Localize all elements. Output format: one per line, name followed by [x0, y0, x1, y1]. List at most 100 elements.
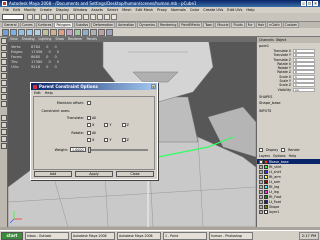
- menu-edit-mesh[interactable]: Edit Mesh: [136, 8, 154, 12]
- menu-create-uvs[interactable]: Create UVs: [203, 8, 223, 12]
- viewport-menu-show[interactable]: Show: [55, 37, 64, 42]
- persp-hypershade-layout-icon[interactable]: [1, 143, 7, 149]
- menu-mesh[interactable]: Mesh: [122, 8, 131, 12]
- persp-graph-layout-icon[interactable]: [1, 136, 7, 142]
- close-dialog-button[interactable]: Close: [116, 171, 154, 177]
- menu-display[interactable]: Display: [56, 8, 69, 12]
- snap-grid-icon[interactable]: [69, 14, 75, 20]
- scale-tool-icon[interactable]: [1, 73, 7, 79]
- apply-button[interactable]: Apply: [75, 171, 113, 177]
- visibility-toggle[interactable]: V: [259, 194, 263, 199]
- render-radio[interactable]: [281, 148, 286, 152]
- layer-color-swatch[interactable]: [264, 199, 268, 204]
- menu-edit[interactable]: Edit: [13, 8, 20, 12]
- menu-set-dropdown[interactable]: [2, 14, 24, 20]
- show-manip-tool-icon[interactable]: [1, 94, 7, 100]
- channel-row[interactable]: Visibility on: [257, 87, 320, 92]
- menu-normals[interactable]: Normals: [171, 8, 186, 12]
- uv-editor-icon[interactable]: [106, 29, 113, 36]
- layer-tab-display[interactable]: Display: [266, 148, 278, 152]
- single-perspective-layout-icon[interactable]: [1, 115, 7, 121]
- select-component-icon[interactable]: [62, 14, 68, 20]
- taskbar-item[interactable]: human - Photoshop: [209, 231, 253, 240]
- menu-select[interactable]: Select: [107, 8, 118, 12]
- open-scene-icon[interactable]: [34, 14, 40, 20]
- taskbar-item[interactable]: Autodesk Maya 2008: [117, 231, 161, 240]
- select-object-icon[interactable]: [55, 14, 61, 20]
- weight-slider[interactable]: [88, 146, 148, 153]
- combine-icon[interactable]: [42, 29, 49, 36]
- render-icon[interactable]: [90, 14, 96, 20]
- snap-curve-icon[interactable]: [76, 14, 82, 20]
- taskbar-item[interactable]: Inbox - Outlook: [25, 231, 69, 240]
- translate-z-checkbox[interactable]: [121, 123, 126, 127]
- lasso-tool-icon[interactable]: [1, 45, 7, 51]
- menu-window[interactable]: Window: [73, 8, 87, 12]
- visibility-toggle[interactable]: V: [259, 169, 263, 174]
- rotate-tool-icon[interactable]: [1, 66, 7, 72]
- rotate-z-checkbox[interactable]: [121, 138, 126, 142]
- taskbar-item[interactable]: Autodesk Maya 2008: [71, 231, 115, 240]
- menu-create[interactable]: Create: [40, 8, 52, 12]
- viewport-menu-renderer[interactable]: Renderer: [68, 37, 83, 42]
- translate-x-checkbox[interactable]: [87, 123, 91, 127]
- poly-sphere-icon[interactable]: [2, 29, 9, 36]
- viewport-menu-lighting[interactable]: Lighting: [39, 37, 52, 42]
- layer-color-swatch[interactable]: [264, 194, 268, 199]
- dialog-close-icon[interactable]: ×: [151, 84, 156, 89]
- visibility-toggle[interactable]: V: [259, 189, 263, 194]
- layer-row[interactable]: Vlayer1: [257, 209, 320, 214]
- layer-menu-layers[interactable]: Layers: [259, 154, 270, 158]
- smooth-icon[interactable]: [90, 29, 97, 36]
- add-button[interactable]: Add: [34, 171, 72, 177]
- dialog-menu-help[interactable]: Help: [45, 91, 53, 95]
- layer-color-swatch[interactable]: [264, 169, 268, 174]
- snap-point-icon[interactable]: [83, 14, 89, 20]
- layer-color-swatch[interactable]: [264, 189, 268, 194]
- layer-tab-render[interactable]: Render: [288, 148, 300, 152]
- split-polygon-icon[interactable]: [82, 29, 89, 36]
- viewport-menu-view[interactable]: View: [10, 37, 18, 42]
- maximize-button[interactable]: □: [307, 1, 312, 6]
- viewport-menu-shading[interactable]: Shading: [22, 37, 35, 42]
- menu-modify[interactable]: Modify: [24, 8, 36, 12]
- mirror-icon[interactable]: [98, 29, 105, 36]
- start-button[interactable]: start: [1, 231, 23, 240]
- menu-edit-uvs[interactable]: Edit UVs: [227, 8, 242, 12]
- poly-cylinder-icon[interactable]: [18, 29, 25, 36]
- menu-assets[interactable]: Assets: [91, 8, 103, 12]
- rotate-all-checkbox[interactable]: [87, 131, 91, 135]
- layer-color-swatch[interactable]: [264, 209, 268, 214]
- channel-box-menu-object[interactable]: Object: [276, 38, 286, 42]
- visibility-toggle[interactable]: V: [259, 164, 263, 169]
- maintain-offset-checkbox[interactable]: [87, 101, 91, 105]
- visibility-toggle[interactable]: V: [259, 209, 263, 214]
- persp-outliner-layout-icon[interactable]: [1, 129, 7, 135]
- select-tool-icon[interactable]: [1, 38, 7, 44]
- channel-box-toggle-icon[interactable]: [111, 14, 117, 20]
- minimize-button[interactable]: _: [301, 1, 306, 6]
- weight-slider-handle[interactable]: [88, 146, 91, 153]
- ipr-render-icon[interactable]: [97, 14, 103, 20]
- translate-all-checkbox[interactable]: [87, 116, 91, 120]
- layer-color-swatch[interactable]: [264, 184, 268, 189]
- select-hierarchy-icon[interactable]: [48, 14, 54, 20]
- append-polygon-icon[interactable]: [74, 29, 81, 36]
- close-button[interactable]: x: [313, 1, 318, 6]
- layer-menu-options[interactable]: Options: [273, 154, 286, 158]
- shape-node-name[interactable]: Shape_base: [257, 100, 320, 106]
- paint-select-tool-icon[interactable]: [1, 52, 7, 58]
- menu-proxy[interactable]: Proxy: [157, 8, 167, 12]
- dialog-menu-edit[interactable]: Edit: [34, 91, 41, 95]
- poly-plane-icon[interactable]: [34, 29, 41, 36]
- bridge-icon[interactable]: [66, 29, 73, 36]
- menu-help[interactable]: Help: [246, 8, 254, 12]
- last-tool-icon[interactable]: [1, 101, 7, 107]
- taskbar-item[interactable]: 1 - Paint: [163, 231, 207, 240]
- visibility-toggle[interactable]: V: [259, 199, 263, 204]
- layer-color-swatch[interactable]: [264, 164, 268, 169]
- menu-file[interactable]: File: [3, 8, 9, 12]
- poly-cone-icon[interactable]: [26, 29, 33, 36]
- move-tool-icon[interactable]: [1, 59, 7, 65]
- separate-icon[interactable]: [50, 29, 57, 36]
